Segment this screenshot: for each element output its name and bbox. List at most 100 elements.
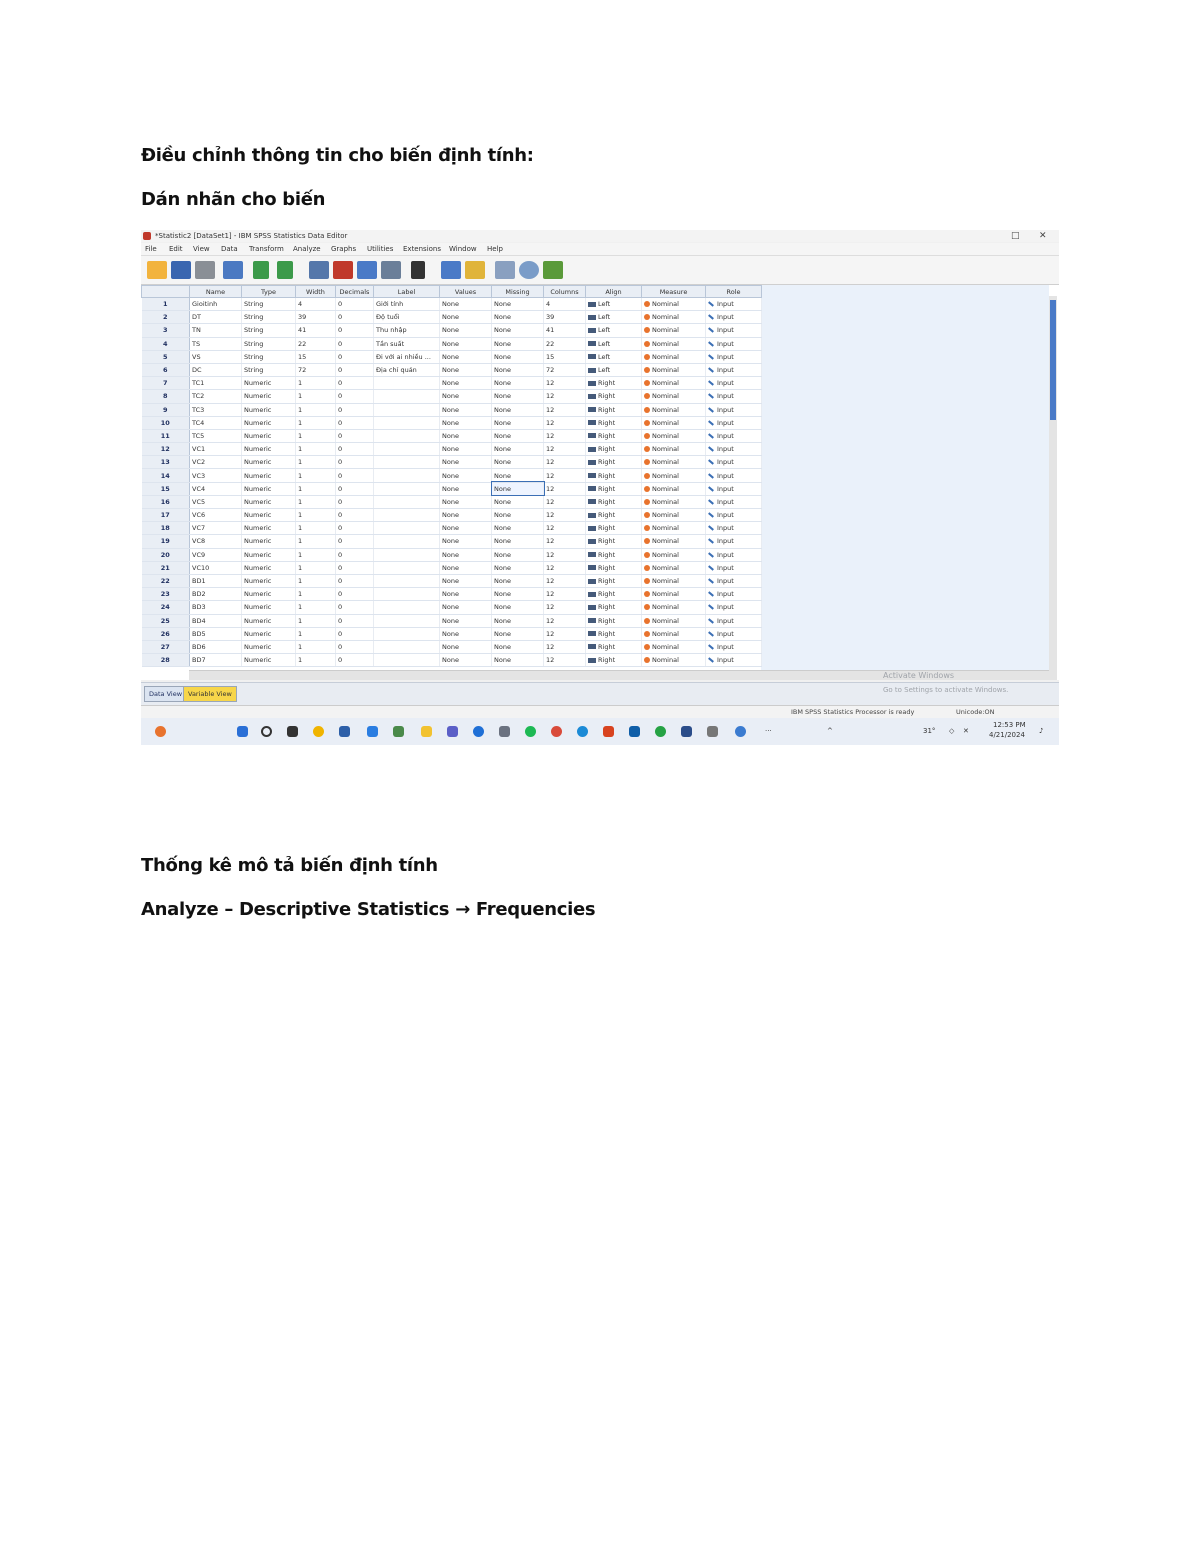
row-number[interactable]: 19 [141,534,190,549]
cell-name[interactable]: BD2 [189,587,242,602]
row-number[interactable]: 16 [141,495,190,510]
cell-values[interactable]: None [439,482,492,496]
cell-label[interactable] [373,627,440,641]
cell-label[interactable] [373,508,440,523]
table-row[interactable]: 25 BD4 Numeric 1 0 None None 12 Right Nominal Inpu… [141,614,762,628]
cell-missing[interactable]: None [491,653,544,668]
cell-label[interactable]: Địa chỉ quán [373,363,440,378]
chevron-up-icon[interactable]: ^ [827,727,833,735]
cell-label[interactable] [373,640,440,655]
row-number[interactable]: 8 [141,389,190,404]
cell-width[interactable]: 1 [295,429,336,444]
tab-variable-view[interactable]: Variable View [183,686,237,702]
cell-role[interactable]: Input [705,482,762,496]
chrome2-icon[interactable] [551,726,562,737]
row-number[interactable]: 4 [141,337,190,351]
store-icon[interactable] [339,726,350,737]
cell-dec[interactable]: 0 [335,521,374,536]
cell-width[interactable]: 1 [295,653,336,668]
cell-values[interactable]: None [439,548,492,562]
close-icon[interactable]: ✕ [1039,231,1047,241]
variables-icon[interactable] [357,261,377,279]
menu-data[interactable]: Data [221,245,238,253]
cell-missing[interactable]: None [491,640,544,655]
cell-dec[interactable]: 0 [335,363,374,378]
cell-values[interactable]: None [439,534,492,549]
cell-label[interactable] [373,376,440,391]
cell-name[interactable]: TS [189,337,242,351]
search-icon[interactable] [261,726,272,737]
cell-dec[interactable]: 0 [335,482,374,496]
find-icon[interactable] [411,261,425,279]
row-number[interactable]: 25 [141,614,190,628]
vertical-scrollbar[interactable] [1049,296,1057,680]
cell-dec[interactable]: 0 [335,587,374,602]
column-header-columns[interactable]: Columns [543,285,586,298]
cell-columns[interactable]: 12 [543,389,586,404]
undo-icon[interactable] [253,261,269,279]
cell-measure[interactable]: Nominal [641,482,706,496]
cell-type[interactable]: Numeric [241,587,296,602]
column-header-measure[interactable]: Measure [641,285,706,298]
cell-type[interactable]: Numeric [241,561,296,575]
cell-type[interactable]: Numeric [241,508,296,523]
cell-width[interactable]: 1 [295,574,336,589]
row-number[interactable]: 6 [141,363,190,378]
cell-columns[interactable]: 12 [543,482,586,496]
cell-values[interactable]: None [439,429,492,444]
cell-dec[interactable]: 0 [335,389,374,404]
cell-role[interactable]: Input [705,389,762,404]
select-cases-icon[interactable] [495,261,515,279]
cell-name[interactable]: TN [189,323,242,338]
cell-missing[interactable]: None [491,587,544,602]
cell-type[interactable]: Numeric [241,482,296,496]
cell-values[interactable]: None [439,627,492,641]
cell-align[interactable]: Right [585,548,642,562]
cell-role[interactable]: Input [705,376,762,391]
folder-icon[interactable] [421,726,432,737]
cell-name[interactable]: BD5 [189,627,242,641]
cell-align[interactable]: Right [585,640,642,655]
menu-extensions[interactable]: Extensions [403,245,441,253]
cell-dec[interactable]: 0 [335,653,374,668]
cell-align[interactable]: Right [585,534,642,549]
cell-values[interactable]: None [439,416,492,430]
restore-icon[interactable]: □ [1011,231,1020,241]
office-icon[interactable] [603,726,614,737]
more-icon[interactable]: ··· [765,727,772,735]
column-header-values[interactable]: Values [439,285,492,298]
table-row[interactable]: 28 BD7 Numeric 1 0 None None 12 Right Nominal Inpu… [141,653,762,668]
cell-role[interactable]: Input [705,548,762,562]
cell-name[interactable]: DC [189,363,242,378]
table-row[interactable]: 23 BD2 Numeric 1 0 None None 12 Right Nominal Inpu… [141,587,762,602]
cell-role[interactable]: Input [705,403,762,417]
chrome-icon[interactable] [313,726,324,737]
cell-values[interactable]: None [439,310,492,325]
cell-type[interactable]: String [241,323,296,338]
cell-missing[interactable]: None [491,574,544,589]
cell-role[interactable]: Input [705,363,762,378]
mail-icon[interactable] [367,726,378,737]
cell-values[interactable]: None [439,653,492,668]
cell-dec[interactable]: 0 [335,337,374,351]
cell-name[interactable]: VC10 [189,561,242,575]
cell-align[interactable]: Right [585,614,642,628]
cell-label[interactable] [373,416,440,430]
cell-missing[interactable]: None [491,376,544,391]
cell-missing[interactable]: None [491,548,544,562]
row-number[interactable]: 2 [141,310,190,325]
cell-columns[interactable]: 12 [543,455,586,470]
cell-dec[interactable]: 0 [335,350,374,364]
cell-role[interactable]: Input [705,310,762,325]
cell-role[interactable]: Input [705,416,762,430]
cell-label[interactable] [373,468,440,483]
cell-dec[interactable]: 0 [335,548,374,562]
table-row[interactable]: 22 BD1 Numeric 1 0 None None 12 Right Nominal Inpu… [141,574,762,589]
cell-type[interactable]: String [241,337,296,351]
cell-name[interactable]: VC7 [189,521,242,536]
notes-icon[interactable] [681,726,692,737]
cell-columns[interactable]: 4 [543,297,586,312]
cell-dec[interactable]: 0 [335,468,374,483]
menu-utilities[interactable]: Utilities [367,245,393,253]
cell-type[interactable]: Numeric [241,389,296,404]
